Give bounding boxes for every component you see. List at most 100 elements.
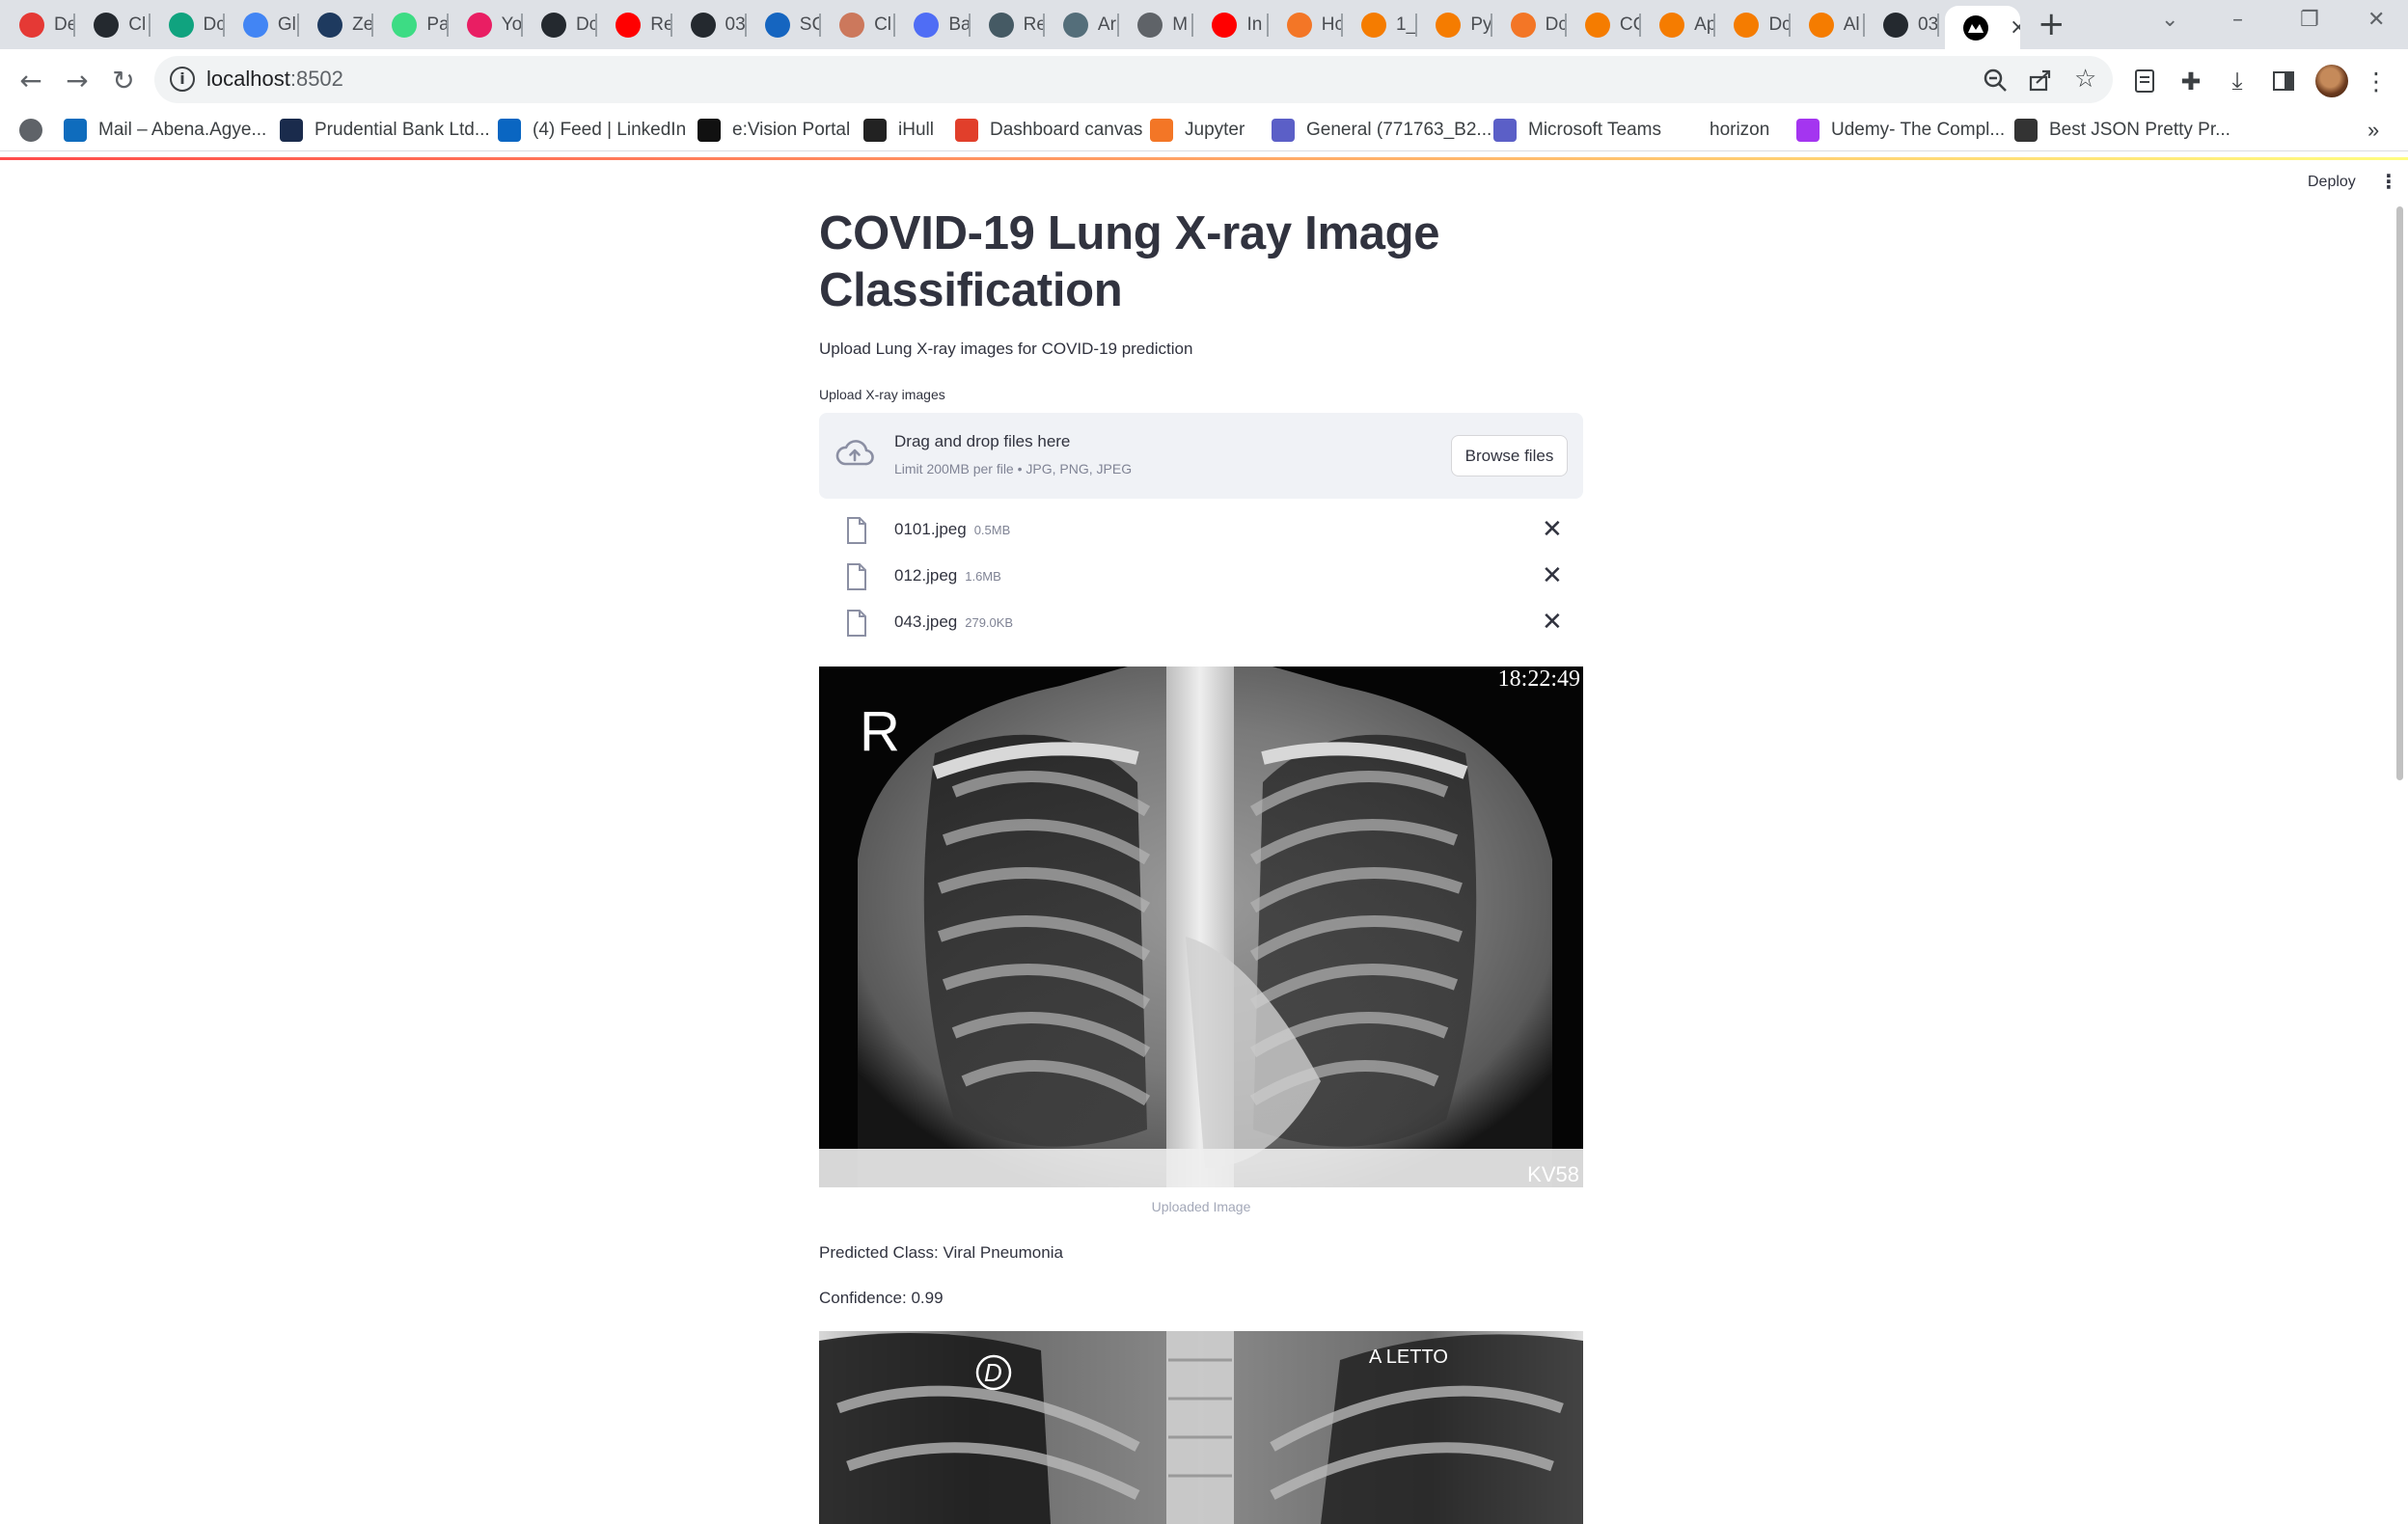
bookmark-label: e:Vision Portal	[732, 120, 851, 140]
browser-tab[interactable]: Dc	[150, 8, 225, 42]
profile-avatar[interactable]	[2315, 65, 2348, 97]
browser-tab[interactable]: Ar	[1045, 8, 1120, 42]
window-close-icon[interactable]: ✕	[2367, 8, 2385, 32]
browser-tab[interactable]: M	[1119, 8, 1194, 42]
bookmark-label: (4) Feed | LinkedIn	[533, 120, 687, 140]
browser-tab[interactable]: Al	[1791, 8, 1865, 42]
page-scrollbar[interactable]	[2396, 206, 2404, 1523]
browser-tab[interactable]: 03	[1865, 8, 1940, 42]
github-icon	[94, 13, 120, 38]
site-info-icon[interactable]: i	[170, 67, 195, 92]
back-arrow-icon[interactable]: ←	[12, 61, 50, 99]
extensions-icon[interactable]: ✚	[2176, 67, 2205, 95]
predicted-class-text: Predicted Class: Viral Pneumonia	[819, 1243, 1063, 1262]
browser-tab-strip: De Cl Dc Gl Ze Pa Yo Dc Re 03 SC Cl Ba Re Ar M In Hc 1_ Py D…	[0, 0, 2408, 49]
browser-tab[interactable]: Ba	[895, 8, 971, 42]
more-bookmarks-button[interactable]: »	[2367, 117, 2379, 144]
browser-tab[interactable]: Gl	[225, 8, 300, 42]
downloads-icon[interactable]: ⤓	[2223, 67, 2252, 95]
url-text[interactable]: localhost:8502	[206, 67, 343, 92]
canvas-icon	[955, 119, 978, 142]
browser-tab[interactable]: Hc	[1269, 8, 1344, 42]
zoom-icon[interactable]	[1983, 68, 2008, 99]
browser-tab[interactable]: Re	[597, 8, 672, 42]
browser-tab[interactable]: Dc	[1492, 8, 1567, 42]
deploy-button[interactable]: Deploy	[2308, 174, 2356, 191]
browser-tab[interactable]: CC	[1567, 8, 1642, 42]
tab-label: M	[1172, 14, 1189, 35]
file-dropzone[interactable]: Drag and drop files here Limit 200MB per…	[819, 413, 1583, 499]
reload-icon[interactable]: ↻	[104, 61, 143, 99]
download-icon	[466, 13, 492, 38]
minimize-icon[interactable]: –	[2232, 8, 2243, 32]
tab-label: Dc	[1768, 14, 1791, 35]
tab-label: Py	[1470, 14, 1492, 35]
browser-tab[interactable]: SC	[747, 8, 822, 42]
bookmark-item[interactable]: General (771763_B2...	[1272, 117, 1491, 144]
file-icon	[847, 563, 866, 590]
browser-tab[interactable]: Yo	[449, 8, 523, 42]
teams-icon	[1493, 119, 1517, 142]
tab-active-streamlit[interactable]: ×	[1945, 6, 2020, 49]
browser-tab[interactable]: Ap	[1641, 8, 1716, 42]
browser-tab[interactable]: Re	[971, 8, 1045, 42]
browser-tab[interactable]: Ze	[299, 8, 374, 42]
bookmark-item[interactable]: Mail – Abena.Agye...	[64, 117, 266, 144]
file-icon	[847, 517, 866, 544]
bookmark-item[interactable]: e:Vision Portal	[698, 117, 850, 144]
browser-tab[interactable]: Cl	[821, 8, 896, 42]
tab-search-icon[interactable]: ⌄	[2161, 8, 2178, 32]
notebook-icon	[1436, 13, 1462, 38]
bookmark-item[interactable]: Best JSON Pretty Pr...	[2014, 117, 2230, 144]
tab-label: Ba	[948, 14, 971, 35]
bookmark-label: Jupyter	[1185, 120, 1245, 140]
notebook-icon	[1734, 13, 1760, 38]
side-panel-icon[interactable]	[2269, 67, 2298, 95]
reading-list-icon[interactable]	[2130, 67, 2159, 95]
tab-label: In	[1246, 14, 1263, 35]
bookmark-item[interactable]: Microsoft Teams	[1493, 117, 1661, 144]
delete-file-icon[interactable]: ✕	[1542, 608, 1563, 637]
bookmark-item[interactable]	[19, 117, 54, 144]
browser-tab[interactable]: 1_	[1343, 8, 1418, 42]
tab-label: Yo	[501, 14, 523, 35]
new-tab-button[interactable]: +	[2038, 8, 2066, 41]
delete-file-icon[interactable]: ✕	[1542, 561, 1563, 590]
browser-tab[interactable]: De	[1, 8, 76, 42]
browser-tab[interactable]: Py	[1417, 8, 1492, 42]
share-icon[interactable]	[2028, 68, 2053, 99]
address-bar[interactable]: i localhost:8502 ☆	[154, 56, 2113, 103]
bookmark-label: Udemy- The Compl...	[1831, 120, 2006, 140]
cloud-upload-icon	[835, 440, 874, 466]
xray-code-label: KV58	[1527, 1162, 1579, 1186]
scrollbar-thumb[interactable]	[2396, 206, 2403, 780]
delete-file-icon[interactable]: ✕	[1542, 515, 1563, 544]
streamlit-icon	[1963, 14, 1988, 41]
bank-icon	[280, 119, 303, 142]
notebook-icon	[1584, 13, 1610, 38]
bookmarks-bar: Mail – Abena.Agye... Prudential Bank Ltd.…	[0, 109, 2408, 151]
bookmark-item[interactable]: (4) Feed | LinkedIn	[498, 117, 686, 144]
browser-menu-icon[interactable]: ⋮	[2362, 67, 2391, 95]
browse-files-button[interactable]: Browse files	[1451, 435, 1568, 476]
bookmark-item[interactable]: Dashboard canvas	[955, 117, 1142, 144]
browser-tab[interactable]: Dc	[523, 8, 598, 42]
bookmark-item[interactable]: Jupyter	[1150, 117, 1245, 144]
browser-tab[interactable]: Pa	[373, 8, 449, 42]
browser-tab[interactable]: Cl	[75, 8, 150, 42]
bookmark-star-icon[interactable]: ☆	[2074, 65, 2096, 94]
close-tab-icon[interactable]: ×	[2010, 15, 2020, 40]
bookmark-item[interactable]: Udemy- The Compl...	[1796, 117, 2005, 144]
tab-label: 03	[1918, 14, 1939, 35]
main-menu-icon[interactable]: ⋮	[2379, 170, 2398, 193]
tab-label: Dc	[1545, 14, 1567, 35]
restore-icon[interactable]: ❐	[2300, 8, 2319, 32]
forward-arrow-icon[interactable]: →	[58, 61, 96, 99]
browser-tab[interactable]: Dc	[1715, 8, 1791, 42]
bookmark-item[interactable]: Prudential Bank Ltd...	[280, 117, 490, 144]
browser-tab[interactable]: 03	[672, 8, 747, 42]
bookmark-item[interactable]: iHull	[863, 117, 934, 144]
tab-label: Re	[1023, 14, 1045, 35]
bookmark-item[interactable]: horizon	[1710, 117, 1769, 144]
browser-tab[interactable]: In	[1193, 8, 1269, 42]
